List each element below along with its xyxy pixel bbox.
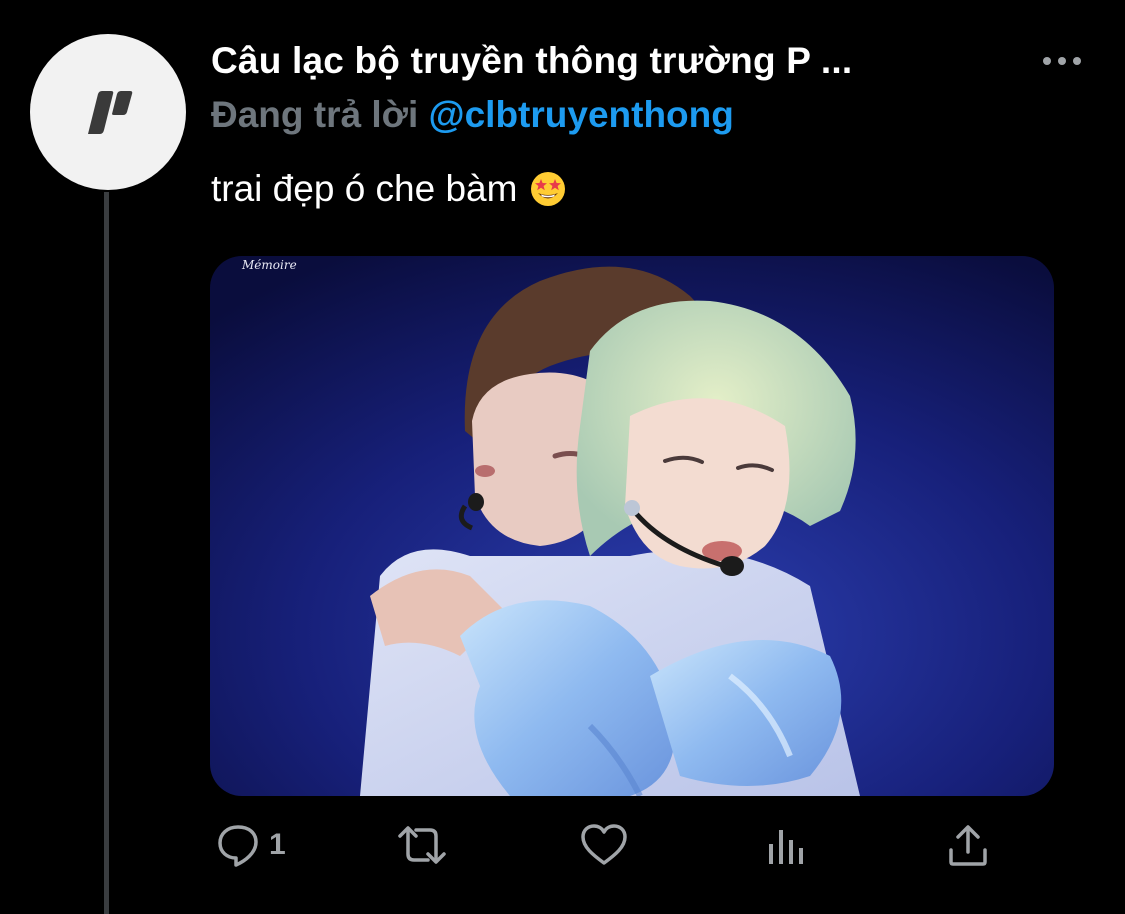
reply-count: 1	[269, 828, 286, 861]
replying-to: Đang trả lời @clbtruyenthong	[211, 94, 734, 136]
thread-line	[104, 192, 109, 914]
star-struck-emoji-icon	[531, 172, 566, 206]
tweet-text-content: trai đẹp ó che bàm	[211, 168, 518, 209]
replying-to-handle-link[interactable]: @clbtruyenthong	[429, 94, 734, 135]
share-button[interactable]	[946, 822, 990, 868]
avatar-column	[30, 34, 186, 190]
tweet: Câu lạc bộ truyền thông trường P ... Đan…	[0, 0, 1125, 914]
analytics-icon	[769, 830, 803, 864]
tweet-header: Câu lạc bộ truyền thông trường P ...	[211, 40, 1071, 82]
photo-watermark: Mémoire	[242, 258, 297, 272]
display-name[interactable]: Câu lạc bộ truyền thông trường P ...	[211, 40, 852, 82]
more-options-button[interactable]	[1040, 44, 1084, 78]
replying-to-label: Đang trả lời	[211, 94, 429, 135]
retweet-button[interactable]	[394, 822, 450, 868]
reply-button[interactable]: 1	[215, 822, 286, 868]
like-button[interactable]	[579, 822, 629, 868]
tweet-actions-bar: 1	[211, 822, 1001, 878]
more-icon	[1043, 57, 1081, 65]
tweet-media-photo[interactable]: Mémoire	[210, 256, 1054, 796]
brand-logo-icon	[88, 91, 133, 134]
comment-icon	[218, 825, 258, 867]
share-icon	[949, 825, 987, 866]
heart-icon	[581, 824, 627, 865]
avatar[interactable]	[30, 34, 186, 190]
retweet-icon	[398, 826, 446, 864]
photo-image	[210, 256, 1054, 796]
analytics-button[interactable]	[765, 822, 809, 868]
tweet-text: trai đẹp ó che bàm	[211, 168, 567, 210]
